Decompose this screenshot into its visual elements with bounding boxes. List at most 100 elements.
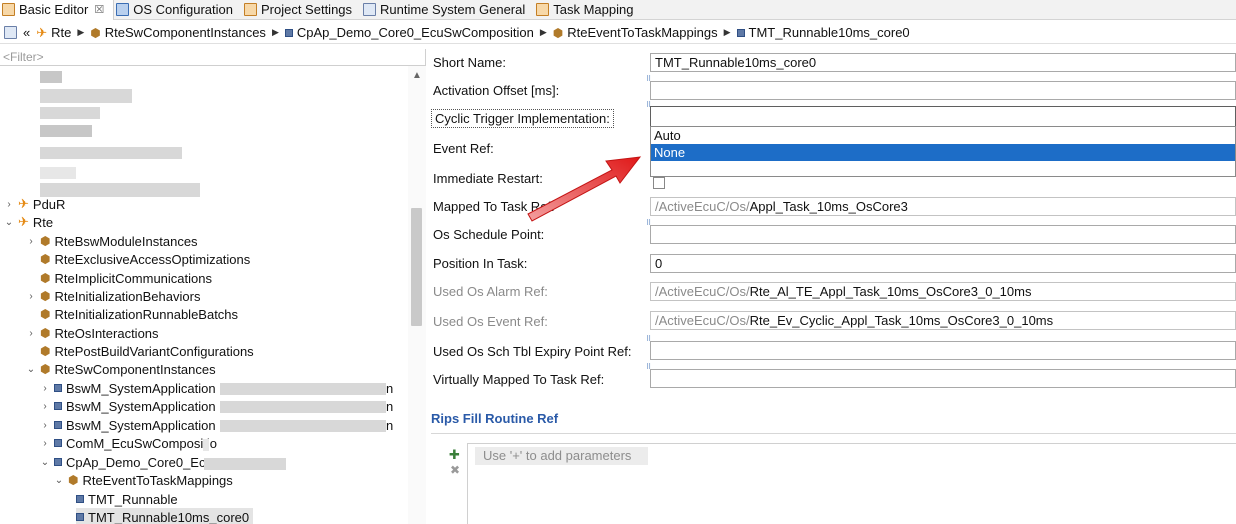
- basic-editor-window: Basic Editor ☒ OS Configuration Project …: [0, 0, 1236, 524]
- instance-icon: [736, 28, 745, 37]
- container-icon: ⬢: [40, 252, 51, 266]
- tree-node[interactable]: › BswM_SystemApplication: [40, 397, 216, 415]
- tree-node-cpap-demo[interactable]: ⌄ CpAp_Demo_Core0_EcuS: [40, 453, 222, 471]
- tree-node[interactable]: TMT_Runnable: [76, 490, 178, 508]
- used-os-alarm-field[interactable]: /ActiveEcuC/Os/Rte_Al_TE_Appl_Task_10ms_…: [650, 282, 1236, 301]
- project-settings-icon: [243, 3, 257, 16]
- expand-icon[interactable]: ›: [4, 199, 14, 210]
- breadcrumb-separator-icon: ▶: [539, 27, 547, 37]
- tree-node-suffix: n: [386, 380, 394, 396]
- redacted-block: [40, 107, 100, 119]
- tree-node-label: RteInitializationRunnableBatchs: [54, 306, 239, 322]
- tree-node-selected[interactable]: TMT_Runnable10ms_core0: [76, 508, 254, 524]
- tree-node[interactable]: ⬢ RteExclusiveAccessOptimizations: [26, 250, 250, 268]
- container-icon: ⬢: [40, 326, 51, 340]
- toggle-tree-icon[interactable]: [4, 26, 17, 39]
- expand-icon[interactable]: ›: [40, 401, 50, 412]
- redacted-block: [40, 167, 76, 179]
- redacted-block: [40, 125, 92, 137]
- tab-os-configuration[interactable]: OS Configuration: [114, 0, 242, 20]
- module-icon: ✈: [18, 214, 29, 229]
- tree-node[interactable]: › BswM_SystemApplication: [40, 379, 215, 397]
- expand-icon[interactable]: ›: [26, 328, 36, 339]
- tree-node-label: RteSwComponentInstances: [54, 361, 216, 377]
- collapse-icon[interactable]: ⌄: [54, 475, 64, 486]
- ref-value: Rte_Al_TE_Appl_Task_10ms_OsCore3_0_10ms: [749, 284, 1032, 299]
- immediate-restart-checkbox[interactable]: [653, 177, 665, 189]
- tree-node[interactable]: ⬢ RteInitializationRunnableBatchs: [26, 305, 238, 323]
- collapse-icon[interactable]: ⌄: [26, 364, 36, 375]
- add-parameter-button[interactable]: ✚: [449, 447, 460, 463]
- section-divider: [431, 433, 1236, 434]
- tree-node[interactable]: ⌄ ⬢ RteSwComponentInstances: [26, 360, 216, 378]
- tab-task-mapping[interactable]: Task Mapping: [534, 0, 642, 20]
- tree-node[interactable]: › ⬢ RteOsInteractions: [26, 324, 158, 342]
- activation-offset-field[interactable]: [650, 81, 1236, 100]
- breadcrumb-separator-icon: ▶: [723, 27, 731, 37]
- mapped-to-task-label: Mapped To Task Ref:: [433, 199, 555, 214]
- immediate-restart-label: Immediate Restart:: [433, 171, 543, 186]
- editor-tab-bar: Basic Editor ☒ OS Configuration Project …: [0, 0, 1236, 20]
- tab-runtime-system-general[interactable]: Runtime System General: [361, 0, 534, 20]
- breadcrumb-separator-icon: ▶: [77, 27, 85, 37]
- used-os-sch-tbl-field[interactable]: [650, 341, 1236, 360]
- tree-filter-input[interactable]: <Filter>: [0, 49, 426, 66]
- position-in-task-label: Position In Task:: [433, 256, 528, 271]
- expand-icon[interactable]: ›: [40, 383, 50, 394]
- tree-node-pdur[interactable]: › ✈ PduR: [4, 195, 65, 213]
- breadcrumb-back[interactable]: «: [23, 25, 30, 40]
- cyclic-trigger-combobox[interactable]: [650, 106, 1236, 127]
- breadcrumb-label: Rte: [51, 25, 72, 40]
- tree-node-label: RteInitializationBehaviors: [54, 288, 201, 304]
- tree-node[interactable]: › BswM_SystemApplication: [40, 416, 215, 434]
- expand-icon[interactable]: ›: [40, 438, 50, 449]
- collapse-icon[interactable]: ⌄: [40, 457, 50, 468]
- redacted-block: [203, 439, 209, 451]
- virtually-mapped-field[interactable]: [650, 369, 1236, 388]
- tree-node[interactable]: ⬢ RtePostBuildVariantConfigurations: [26, 342, 254, 360]
- redacted-block: [40, 71, 62, 83]
- instance-icon: [54, 458, 62, 466]
- scroll-up-icon[interactable]: ▲: [412, 70, 422, 81]
- expand-icon[interactable]: ›: [26, 291, 36, 302]
- tree-node-event-to-task[interactable]: ⌄ ⬢ RteEventToTaskMappings: [54, 471, 233, 489]
- ref-value: Rte_Ev_Cyclic_Appl_Task_10ms_OsCore3_0_1…: [749, 313, 1054, 328]
- os-schedule-point-label: Os Schedule Point:: [433, 227, 545, 242]
- collapse-icon[interactable]: ⌄: [4, 217, 14, 228]
- dropdown-option-none[interactable]: None: [651, 144, 1235, 161]
- position-in-task-field[interactable]: 0: [650, 254, 1236, 273]
- short-name-label: Short Name:: [433, 55, 506, 70]
- tree-node-rte[interactable]: ⌄ ✈ Rte: [4, 213, 53, 231]
- dropdown-option-auto[interactable]: Auto: [651, 127, 1235, 144]
- expand-icon[interactable]: ›: [26, 236, 36, 247]
- tab-label: Task Mapping: [553, 2, 634, 17]
- os-schedule-point-field[interactable]: [650, 225, 1236, 244]
- instance-icon: [54, 421, 62, 429]
- tree-node[interactable]: › ⬢ RteInitializationBehaviors: [26, 287, 200, 305]
- mapped-to-task-field[interactable]: /ActiveEcuC/Os/Appl_Task_10ms_OsCore3: [650, 197, 1236, 216]
- instance-icon: [54, 439, 62, 447]
- used-os-event-field[interactable]: /ActiveEcuC/Os/Rte_Ev_Cyclic_Appl_Task_1…: [650, 311, 1236, 330]
- tree-node-label: BswM_SystemApplication: [66, 398, 216, 414]
- redacted-block: [204, 458, 286, 470]
- instance-icon: [76, 513, 84, 521]
- instance-icon: [54, 402, 62, 410]
- tree-node[interactable]: › ⬢ RteBswModuleInstances: [26, 232, 197, 250]
- tree-node[interactable]: › ComM_EcuSwCompositio: [40, 434, 217, 452]
- used-os-event-label: Used Os Event Ref:: [433, 314, 548, 329]
- breadcrumb-item-current[interactable]: TMT_Runnable10ms_core0: [736, 25, 910, 40]
- close-tab-icon[interactable]: ☒: [94, 3, 104, 16]
- tree-node-label: ComM_EcuSwCompositio: [66, 435, 217, 451]
- breadcrumb-item-swcomponentinstances[interactable]: ⬢ RteSwComponentInstances: [90, 25, 266, 40]
- tree-node[interactable]: ⬢ RteImplicitCommunications: [26, 269, 212, 287]
- short-name-field[interactable]: TMT_Runnable10ms_core0: [650, 53, 1236, 72]
- breadcrumb-item-eventtotaskmappings[interactable]: ⬢ RteEventToTaskMappings: [553, 25, 718, 40]
- breadcrumb-item-rte[interactable]: ✈ Rte: [36, 25, 71, 41]
- breadcrumb-item-composition[interactable]: CpAp_Demo_Core0_EcuSwComposition: [284, 25, 534, 40]
- tab-project-settings[interactable]: Project Settings: [242, 0, 361, 20]
- scroll-thumb[interactable]: [411, 208, 422, 326]
- expand-icon[interactable]: ›: [40, 420, 50, 431]
- tree-scrollbar[interactable]: ▲: [408, 66, 426, 524]
- tab-basic-editor[interactable]: Basic Editor ☒: [0, 0, 115, 20]
- remove-parameter-button[interactable]: ✖: [450, 463, 460, 477]
